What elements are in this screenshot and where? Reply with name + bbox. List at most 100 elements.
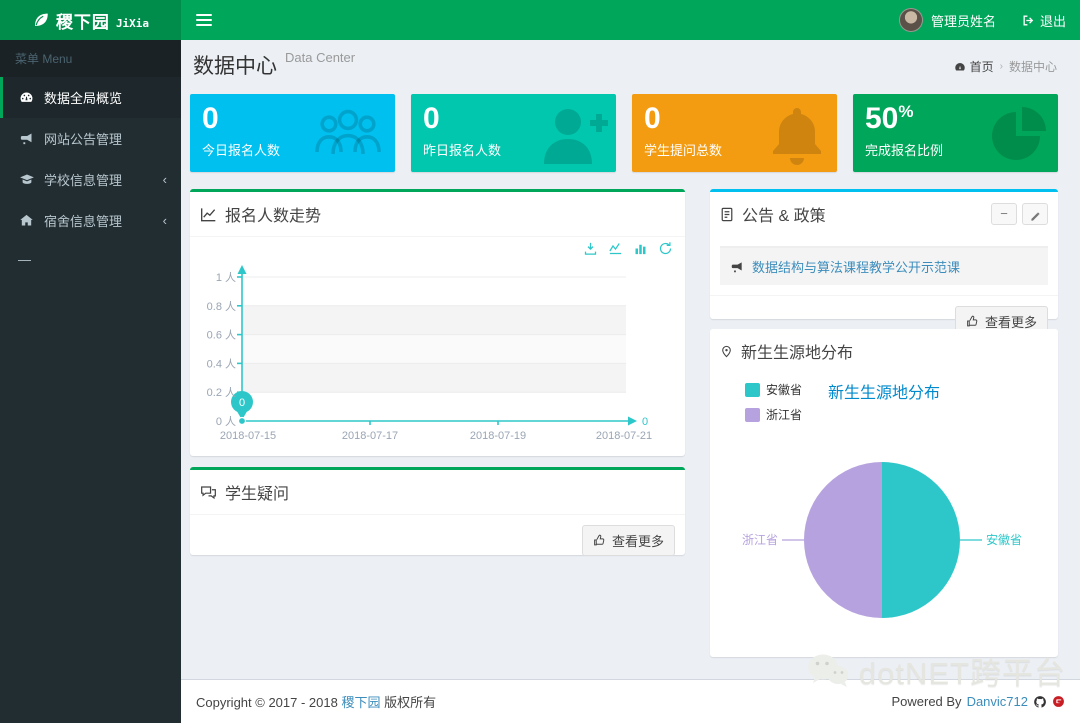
- legend-swatch: [745, 382, 760, 397]
- sidebar-toggle-icon[interactable]: [181, 0, 226, 40]
- announcement-list-item: 数据结构与算法课程教学公开示范课: [720, 246, 1048, 285]
- logout-label: 退出: [1039, 13, 1066, 29]
- document-icon: [720, 207, 734, 222]
- user-name: 管理员姓名: [930, 13, 996, 29]
- svg-text:0.4 人: 0.4 人: [207, 357, 236, 370]
- edit-button[interactable]: [1022, 203, 1048, 225]
- trend-panel: 报名人数走势 0 0 0 人 0.2 人 0.4 人 0.6 人 0.8 人 1…: [190, 189, 685, 456]
- announcement-link[interactable]: 数据结构与算法课程教学公开示范课: [752, 257, 960, 276]
- legend-item-anhui[interactable]: 安徽省: [745, 381, 802, 398]
- collapse-button[interactable]: −: [991, 203, 1017, 225]
- svg-text:2018-07-15: 2018-07-15: [220, 430, 276, 442]
- thumbs-up-icon: [966, 315, 979, 328]
- right-column: 公告 & 政策 − 数据结构与算法课程教学公开示范课 查看更多 新生生源地分布 …: [710, 189, 1058, 657]
- sidebar: 菜单 Menu 数据全局概览 网站公告管理 学校信息管理 ‹ 宿舍信息管理 ‹ …: [0, 40, 181, 723]
- legend-item-zhejiang[interactable]: 浙江省: [745, 406, 802, 423]
- logo-subtitle: JiXia: [115, 16, 150, 30]
- bullhorn-icon: [730, 260, 744, 274]
- sidebar-item-dorm-info[interactable]: 宿舍信息管理 ‹: [0, 200, 181, 241]
- sidebar-item-dash[interactable]: —: [0, 241, 181, 278]
- breadcrumb-home-link[interactable]: 首页: [954, 58, 994, 75]
- origin-panel: 新生生源地分布 新生生源地分布 安徽省 浙江省 安徽省 浙江省: [710, 329, 1058, 657]
- left-column: 报名人数走势 0 0 0 人 0.2 人 0.4 人 0.6 人 0.8 人 1…: [190, 189, 685, 556]
- main-footer: Copyright © 2017 - 2018 稷下园 版权所有 Powered…: [181, 679, 1080, 723]
- graduation-cap-icon: [18, 172, 35, 187]
- sidebar-item-school-info[interactable]: 学校信息管理 ‹: [0, 159, 181, 200]
- bell-icon: [765, 104, 829, 166]
- site-link[interactable]: 稷下园: [341, 695, 380, 710]
- stat-box-completion-ratio: 50% 完成报名比例: [853, 94, 1058, 172]
- line-chart-svg: 0 0 0 人 0.2 人 0.4 人 0.6 人 0.8 人 1 人 2018…: [207, 265, 652, 442]
- gitee-icon[interactable]: [1052, 695, 1065, 708]
- stat-row: 0 今日报名人数 0 昨日报名人数 0 学生提问总数 50% 完成报名比例: [190, 94, 1058, 172]
- sidebar-menu-header: 菜单 Menu: [0, 40, 181, 77]
- pie-legend: 安徽省 浙江省: [745, 381, 802, 423]
- questions-panel: 学生疑问 查看更多: [190, 467, 685, 556]
- dashboard-icon: [954, 61, 966, 73]
- refresh-icon[interactable]: [658, 241, 673, 256]
- view-more-questions-button[interactable]: 查看更多: [581, 525, 675, 556]
- bar-chart-toggle-icon[interactable]: [633, 241, 648, 256]
- bullhorn-icon: [18, 131, 35, 146]
- stat-box-student-questions: 0 学生提问总数: [632, 94, 837, 172]
- leaf-icon: [32, 11, 50, 29]
- sidebar-item-data-overview[interactable]: 数据全局概览: [0, 77, 181, 118]
- announcements-panel-title: 公告 & 政策: [742, 208, 826, 225]
- trend-panel-title: 报名人数走势: [225, 208, 322, 225]
- sign-out-icon: [1022, 14, 1035, 27]
- download-icon[interactable]: [583, 241, 598, 256]
- svg-text:0.2 人: 0.2 人: [207, 386, 236, 399]
- origin-panel-title: 新生生源地分布: [741, 345, 854, 362]
- stat-unit: %: [898, 102, 914, 121]
- announcements-panel: 公告 & 政策 − 数据结构与算法课程教学公开示范课 查看更多: [710, 189, 1058, 337]
- svg-text:0.6 人: 0.6 人: [207, 329, 236, 342]
- svg-text:2018-07-19: 2018-07-19: [470, 430, 526, 442]
- chart-toolbox: [583, 241, 673, 256]
- user-plus-icon: [532, 104, 608, 164]
- sidebar-item-site-announcements[interactable]: 网站公告管理: [0, 118, 181, 159]
- author-link[interactable]: Danvic712: [967, 694, 1028, 709]
- copyright: Copyright © 2017 - 2018 稷下园 版权所有: [196, 695, 437, 710]
- content-header: 数据中心 Data Center 首页 › 数据中心: [181, 40, 1080, 86]
- breadcrumb-separator: ›: [999, 61, 1003, 72]
- sidebar-item-label: 数据全局概览: [44, 91, 123, 106]
- powered-by: Powered By Danvic712: [891, 694, 1065, 709]
- pie-chart-icon: [988, 104, 1050, 166]
- svg-text:1 人: 1 人: [216, 271, 236, 284]
- logo-title: 稷下园: [55, 12, 110, 32]
- legend-swatch: [745, 407, 760, 422]
- svg-text:2018-07-17: 2018-07-17: [342, 430, 398, 442]
- svg-text:0.8 人: 0.8 人: [207, 300, 236, 313]
- sidebar-item-label: 学校信息管理: [44, 173, 123, 188]
- sidebar-item-label: —: [18, 252, 31, 267]
- breadcrumb: 首页 › 数据中心: [954, 58, 1065, 75]
- questions-panel-title: 学生疑问: [225, 486, 290, 503]
- user-menu[interactable]: 管理员姓名: [887, 0, 1008, 40]
- main-header: 稷下园 JiXia 管理员姓名 退出: [0, 0, 1080, 40]
- pie-chart: 新生生源地分布 安徽省 浙江省 安徽省 浙江省: [710, 373, 1058, 653]
- stat-box-today-registrations: 0 今日报名人数: [190, 94, 395, 172]
- map-marker-icon: [720, 344, 733, 359]
- logout-button[interactable]: 退出: [1008, 0, 1080, 40]
- chevron-left-icon: ‹: [162, 213, 167, 228]
- thumbs-up-icon: [593, 534, 606, 547]
- sidebar-item-label: 网站公告管理: [44, 132, 123, 147]
- series-end-label: 0: [642, 416, 648, 428]
- pin-label: 0: [239, 397, 245, 409]
- dashboard-icon: [18, 90, 35, 105]
- github-icon[interactable]: [1033, 695, 1047, 709]
- trend-chart: 0 0 0 人 0.2 人 0.4 人 0.6 人 0.8 人 1 人 2018…: [190, 237, 685, 476]
- logo[interactable]: 稷下园 JiXia: [0, 0, 181, 40]
- content-wrapper: 数据中心 Data Center 首页 › 数据中心 0 今日报名人数 0 昨日…: [181, 40, 1080, 679]
- users-icon: [309, 104, 387, 160]
- page-title: 数据中心: [193, 55, 277, 78]
- pie-label-zhejiang: 浙江省: [742, 533, 778, 547]
- admin-dashboard: 稷下园 JiXia 管理员姓名 退出 菜单 Menu 数据全局概览 网站公告管理…: [0, 0, 1080, 723]
- comments-icon: [200, 485, 217, 500]
- pie-chart-svg: 安徽省 浙江省: [742, 462, 1022, 618]
- svg-text:0 人: 0 人: [216, 415, 236, 428]
- pie-label-anhui: 安徽省: [986, 532, 1022, 547]
- sidebar-item-label: 宿舍信息管理: [44, 214, 123, 229]
- svg-text:2018-07-21: 2018-07-21: [596, 430, 652, 442]
- line-chart-toggle-icon[interactable]: [608, 241, 623, 256]
